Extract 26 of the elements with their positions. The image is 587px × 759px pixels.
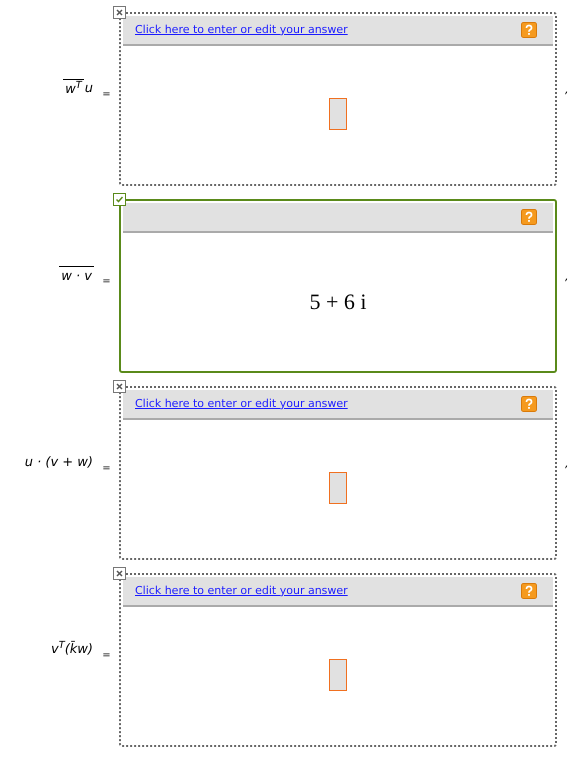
help-icon[interactable] (521, 396, 537, 412)
input-field[interactable] (329, 472, 347, 504)
help-icon[interactable] (521, 22, 537, 38)
math-expression: w · v (59, 266, 94, 286)
help-icon[interactable] (521, 583, 537, 599)
close-icon[interactable] (113, 380, 126, 393)
math-expression: u (84, 80, 94, 98)
answer-value: 5 + 6 i (309, 288, 367, 316)
math-expression: w$^{T}$ (63, 78, 84, 100)
equals-sign: = (101, 462, 112, 476)
close-icon[interactable] (113, 6, 126, 19)
help-icon[interactable] (521, 209, 537, 225)
math-expression: u · (v + w) (24, 454, 94, 472)
equals-sign: = (101, 274, 112, 288)
close-icon[interactable] (113, 567, 126, 580)
equals-sign: = (101, 648, 112, 662)
input-field[interactable] (329, 659, 347, 691)
comma: , (565, 268, 568, 285)
edit-answer-link[interactable]: Click here to enter or edit your answer (135, 396, 348, 412)
comma: , (565, 456, 568, 472)
comma: , (565, 82, 568, 98)
edit-answer-link[interactable]: Click here to enter or edit your answer (135, 582, 348, 600)
equals-sign: = (101, 88, 112, 102)
input-field[interactable] (329, 98, 347, 130)
edit-answer-link[interactable]: Click here to enter or edit your answer (135, 22, 348, 38)
math-expression: v$^{T}$(k̄w) (50, 640, 94, 660)
